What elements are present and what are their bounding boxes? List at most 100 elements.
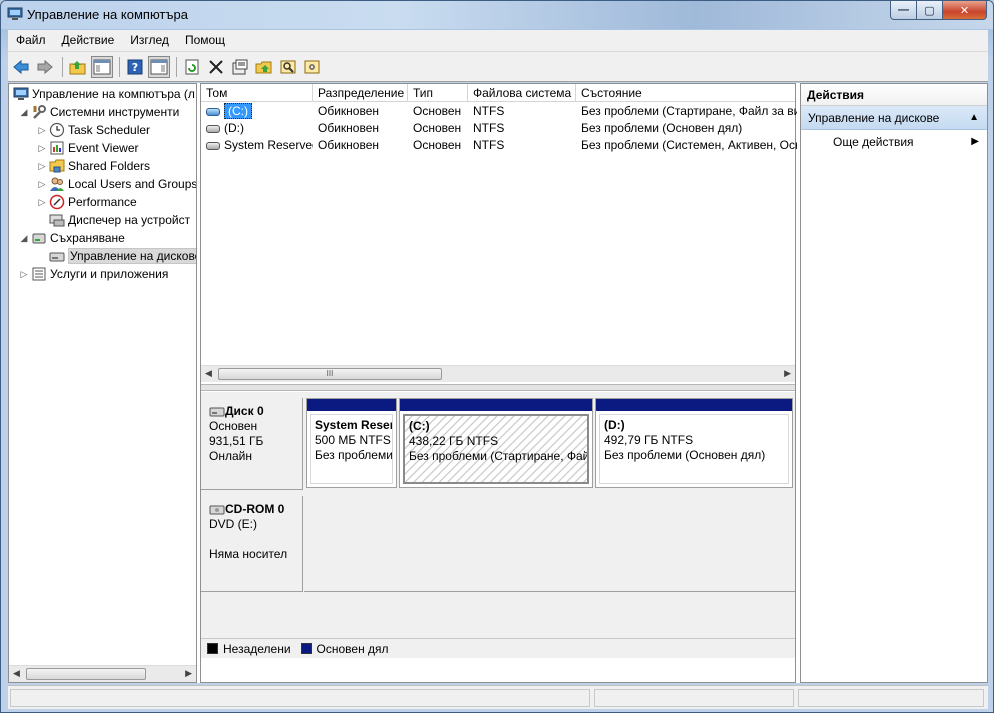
tools-icon (33, 105, 46, 119)
partition-name: (C:) (409, 419, 430, 433)
tree-item-device-manager[interactable]: Диспечер на устройст (47, 211, 190, 229)
cdrom-kind: DVD (E:) (209, 517, 257, 531)
fs-cell: NTFS (473, 121, 505, 135)
open-icon[interactable] (253, 56, 275, 78)
collapsed-arrow-icon[interactable]: ▷ (37, 179, 47, 190)
partition-color-bar (307, 399, 396, 411)
tree-item-local-users[interactable]: ▷ Local Users and Groups (37, 175, 196, 193)
partition-system-reserved[interactable]: System Reser 500 МБ NTFS Без проблеми (306, 398, 397, 488)
table-row[interactable]: (D:) Обикновен Основен NTFS Без проблеми… (201, 120, 795, 137)
menu-file[interactable]: Файл (8, 30, 54, 51)
tree-horizontal-scrollbar[interactable]: ◀ ▶ (9, 665, 196, 682)
disk-management-icon (49, 252, 65, 262)
back-icon[interactable] (10, 56, 32, 78)
column-header-status[interactable]: Състояние (576, 84, 797, 102)
computer-icon (13, 87, 29, 100)
scroll-right-icon[interactable]: ▶ (784, 368, 791, 379)
volume-list-horizontal-scrollbar[interactable]: ◀ III ▶ (201, 365, 795, 382)
rescan-icon[interactable] (277, 56, 299, 78)
collapse-up-icon[interactable]: ▲ (969, 106, 979, 130)
tree-item-system-tools[interactable]: ◢ Системни инструменти (19, 103, 179, 121)
scroll-right-icon[interactable]: ▶ (185, 668, 192, 679)
performance-icon (49, 194, 65, 210)
tree-item-storage[interactable]: ◢ Съхраняване (19, 229, 125, 247)
settings-icon[interactable] (301, 56, 323, 78)
status-segment (798, 689, 984, 707)
pane-splitter[interactable] (201, 384, 795, 391)
volume-icon (206, 124, 220, 133)
disk-state: Онлайн (209, 449, 252, 463)
console-tree: Управление на компютъра (л ◢ Системни ин… (8, 83, 197, 683)
tree-item-event-viewer[interactable]: ▷ Event Viewer (37, 139, 139, 157)
more-actions-label: Още действия (833, 135, 914, 149)
properties-icon[interactable] (229, 56, 251, 78)
delete-icon[interactable] (205, 56, 227, 78)
expanded-arrow-icon[interactable]: ◢ (19, 233, 29, 244)
show-hide-actions-icon[interactable] (148, 55, 170, 78)
actions-section-disk-management[interactable]: Управление на дискове ▲ (801, 106, 987, 130)
legend-swatch-primary (300, 643, 312, 654)
computer-management-window: Управление на компютъра — ▢ ✕ Файл Дейст… (0, 0, 994, 713)
help-icon[interactable]: ? (124, 56, 146, 78)
column-header-file-system[interactable]: Файлова система (468, 84, 576, 102)
tree-label: Shared Folders (68, 159, 151, 173)
show-hide-tree-icon[interactable] (91, 55, 113, 78)
cdrom-0-label[interactable]: CD-ROM 0 DVD (E:) Няма носител (201, 496, 303, 592)
table-row[interactable]: (C:) Обикновен Основен NTFS Без проблеми… (201, 103, 797, 120)
partition-d[interactable]: (D:) 492,79 ГБ NTFS Без проблеми (Основе… (595, 398, 793, 488)
refresh-icon[interactable] (181, 56, 203, 78)
tree-item-services[interactable]: ▷ Услуги и приложения (19, 265, 169, 283)
close-button[interactable]: ✕ (943, 1, 987, 20)
volume-name-cell: (D:) (201, 120, 313, 137)
menu-action[interactable]: Действие (54, 30, 123, 51)
toolbar-separator (62, 56, 63, 77)
scroll-thumb[interactable]: III (218, 368, 442, 380)
tree-item-disk-management[interactable]: Управление на дискове (47, 247, 196, 265)
partition-size: 438,22 ГБ NTFS (409, 434, 499, 448)
status-segment (10, 689, 590, 707)
minimize-button[interactable]: — (890, 1, 917, 20)
scroll-thumb[interactable] (26, 668, 146, 680)
legend: Незаделени Основен дял (201, 638, 795, 658)
tree-item-task-scheduler[interactable]: ▷ Task Scheduler (37, 121, 150, 139)
status-cell: Без проблеми (Системен, Активен, Осн (581, 138, 797, 152)
volume-name: (C:) (224, 103, 252, 119)
volume-name: System Reserved (224, 138, 313, 152)
column-header-type[interactable]: Тип (408, 84, 468, 102)
actions-header: Действия (801, 84, 987, 106)
disk-0-label[interactable]: Диск 0 Основен 931,51 ГБ Онлайн (201, 398, 303, 490)
expanded-arrow-icon[interactable]: ◢ (19, 107, 29, 118)
menu-help[interactable]: Помощ (177, 30, 233, 51)
collapsed-arrow-icon[interactable]: ▷ (37, 143, 47, 154)
collapsed-arrow-icon[interactable]: ▷ (19, 269, 29, 280)
partition-c[interactable]: (C:) 438,22 ГБ NTFS Без проблеми (Старти… (399, 398, 593, 488)
collapsed-arrow-icon[interactable]: ▷ (37, 161, 47, 172)
partition-color-bar (596, 399, 792, 411)
legend-unallocated: Незаделени (223, 641, 291, 656)
menu-bar: Файл Действие Изглед Помощ (8, 30, 988, 51)
tree-item-root[interactable]: Управление на компютъра (л (11, 85, 195, 103)
scroll-left-icon[interactable]: ◀ (13, 668, 20, 679)
partition-status: Без проблеми (Основен дял) (604, 448, 766, 462)
more-actions-item[interactable]: Още действия ▶ (801, 130, 987, 154)
svg-text:?: ? (132, 61, 138, 74)
disk-graphical-view: Диск 0 Основен 931,51 ГБ Онлайн System R… (201, 392, 795, 658)
up-folder-icon[interactable] (67, 56, 89, 78)
tree-item-shared-folders[interactable]: ▷ Shared Folders (37, 157, 151, 175)
column-header-volume[interactable]: Том (201, 84, 313, 102)
event-viewer-icon (50, 141, 64, 155)
shared-folder-icon (49, 159, 65, 173)
forward-icon[interactable] (34, 56, 56, 78)
tree-label: Управление на дискове (68, 248, 196, 264)
scroll-left-icon[interactable]: ◀ (205, 368, 212, 379)
collapsed-arrow-icon[interactable]: ▷ (37, 197, 47, 208)
maximize-button[interactable]: ▢ (917, 1, 943, 20)
column-header-layout[interactable]: Разпределение (313, 84, 408, 102)
tree-item-performance[interactable]: ▷ Performance (37, 193, 137, 211)
table-row[interactable]: System Reserved Обикновен Основен NTFS Б… (201, 137, 797, 154)
menu-view[interactable]: Изглед (122, 30, 177, 51)
partition-size: 492,79 ГБ NTFS (604, 433, 694, 447)
partition-body: (D:) 492,79 ГБ NTFS Без проблеми (Основе… (599, 414, 789, 484)
layout-cell: Обикновен (318, 138, 380, 152)
collapsed-arrow-icon[interactable]: ▷ (37, 125, 47, 136)
